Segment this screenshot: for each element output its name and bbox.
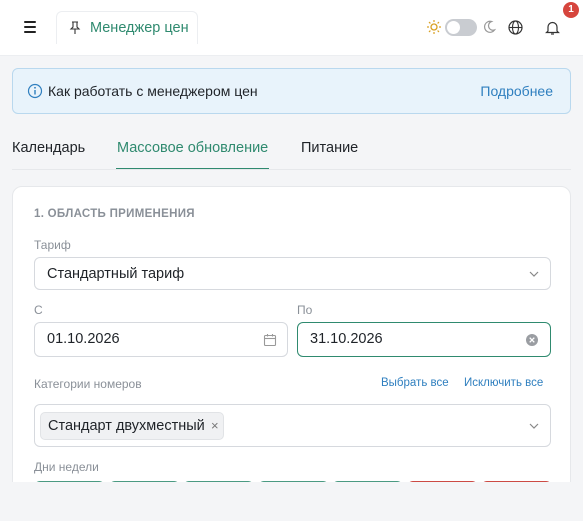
- to-date-input[interactable]: 31.10.2026: [297, 322, 551, 357]
- top-bar: Менеджер цен 1: [0, 0, 583, 56]
- scope-card: 1. ОБЛАСТЬ ПРИМЕНЕНИЯ Тариф Стандартный …: [12, 186, 571, 521]
- pin-icon: [69, 21, 81, 34]
- tab-calendar[interactable]: Календарь: [12, 140, 85, 156]
- select-all-link[interactable]: Выбрать все: [381, 377, 449, 389]
- categories-label: Категории номеров: [34, 377, 142, 391]
- to-label: По: [297, 303, 313, 317]
- banner-text: Как работать с менеджером цен: [48, 83, 258, 99]
- chevron-down-icon: [529, 423, 539, 429]
- notification-badge: 1: [563, 2, 579, 18]
- tab-meals[interactable]: Питание: [301, 140, 358, 156]
- page-tab[interactable]: Менеджер цен: [56, 11, 198, 44]
- from-date-value: 01.10.2026: [47, 331, 120, 347]
- tariff-select[interactable]: Стандартный тариф: [34, 257, 551, 290]
- from-label: С: [34, 303, 43, 317]
- info-icon: [27, 83, 43, 99]
- tab-bulk-update[interactable]: Массовое обновление: [117, 140, 268, 156]
- page-bottom: [0, 482, 583, 521]
- calendar-icon[interactable]: [263, 333, 277, 347]
- weekdays-label: Дни недели: [34, 460, 99, 474]
- section-title: 1. ОБЛАСТЬ ПРИМЕНЕНИЯ: [34, 208, 195, 220]
- moon-icon: [484, 20, 497, 33]
- categories-multiselect[interactable]: Стандарт двухместный ×: [34, 404, 551, 447]
- tariff-value: Стандартный тариф: [47, 266, 185, 282]
- remove-tag-icon[interactable]: ×: [211, 418, 219, 433]
- category-tag: Стандарт двухместный ×: [40, 412, 224, 440]
- chevron-down-icon: [529, 271, 539, 277]
- theme-toggle[interactable]: [445, 19, 477, 36]
- category-tag-label: Стандарт двухместный: [48, 418, 205, 434]
- menu-icon[interactable]: [20, 17, 40, 37]
- tariff-label: Тариф: [34, 238, 71, 252]
- from-date-input[interactable]: 01.10.2026: [34, 322, 288, 357]
- banner-more-link[interactable]: Подробнее: [480, 83, 553, 99]
- globe-icon[interactable]: [507, 19, 524, 36]
- to-date-value: 31.10.2026: [310, 331, 383, 347]
- exclude-all-link[interactable]: Исключить все: [464, 377, 543, 389]
- sun-icon: [427, 20, 441, 34]
- info-banner: Как работать с менеджером цен Подробнее: [12, 68, 571, 114]
- tab-bar: Календарь Массовое обновление Питание: [0, 128, 583, 170]
- page-tab-label: Менеджер цен: [90, 20, 189, 36]
- clear-icon[interactable]: [525, 333, 539, 347]
- bell-icon[interactable]: [544, 19, 561, 36]
